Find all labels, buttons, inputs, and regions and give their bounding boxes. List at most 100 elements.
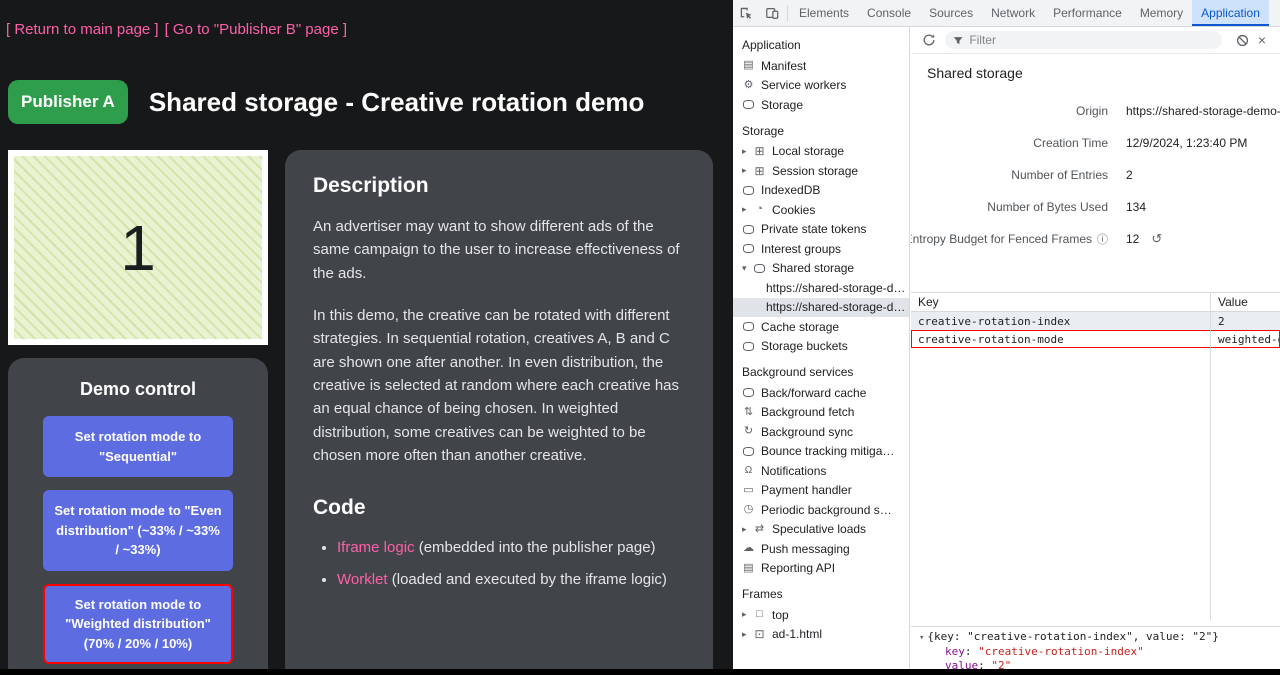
cell-key: creative-rotation-index bbox=[911, 315, 1210, 328]
code-link[interactable]: Worklet bbox=[337, 571, 388, 588]
metadata-row: Number of Entries 2 bbox=[911, 159, 1280, 191]
sidebar-row-label: Storage bbox=[742, 124, 784, 138]
filter-input[interactable] bbox=[969, 33, 1214, 47]
sidebar-row[interactable]: Push messaging bbox=[733, 539, 909, 559]
sidebar-row[interactable]: Frames bbox=[733, 578, 909, 605]
sidebar-row[interactable]: ▸ Cookies bbox=[733, 200, 909, 220]
devtools-window: Elements Console Sources Network Perform… bbox=[733, 0, 1280, 675]
devtools-tab[interactable]: Sources bbox=[920, 0, 982, 26]
sidebar-row-label: Back/forward cache bbox=[761, 386, 866, 400]
devtools-tab[interactable]: Console bbox=[858, 0, 920, 26]
sidebar-row[interactable]: Private state tokens bbox=[733, 220, 909, 240]
disclosure-triangle-icon[interactable]: ▸ bbox=[742, 165, 753, 176]
sidebar-row[interactable]: https://shared-storage-d… bbox=[733, 298, 909, 318]
disclosure-triangle-icon[interactable]: ▸ bbox=[742, 629, 753, 640]
sidebar-row[interactable]: Background fetch bbox=[733, 403, 909, 423]
sidebar-row[interactable]: Notifications bbox=[733, 461, 909, 481]
metadata-value: 12 bbox=[1126, 232, 1139, 246]
demo-control-buttons: Set rotation mode to "Sequential" Set ro… bbox=[24, 416, 252, 664]
devtools-tab[interactable]: Application bbox=[1192, 0, 1269, 26]
disclosure-triangle-icon[interactable]: ▸ bbox=[742, 609, 753, 620]
table-row[interactable]: creative-rotation-index 2 bbox=[911, 312, 1280, 330]
swap-icon bbox=[753, 524, 766, 535]
sidebar-row-label: top bbox=[772, 608, 789, 622]
column-divider[interactable] bbox=[1210, 293, 1211, 620]
sidebar-row[interactable]: https://shared-storage-d… bbox=[733, 278, 909, 298]
expand-triangle-icon[interactable]: ▾ bbox=[919, 633, 924, 643]
demo-control-panel: Demo control Set rotation mode to "Seque… bbox=[8, 358, 268, 675]
screen: [ Return to main page ] [ Go to "Publish… bbox=[0, 0, 1280, 675]
column-header-value[interactable]: Value bbox=[1210, 295, 1280, 309]
description-panel: Description An advertiser may want to sh… bbox=[285, 150, 713, 675]
sidebar-row[interactable]: ▸ ad-1.html bbox=[733, 625, 909, 645]
sidebar-row[interactable]: ▸ top bbox=[733, 605, 909, 625]
device-toolbar-icon[interactable] bbox=[759, 0, 785, 26]
sidebar-row[interactable]: Bounce tracking mitiga… bbox=[733, 442, 909, 462]
disclosure-triangle-icon[interactable]: ▸ bbox=[742, 204, 753, 215]
rotation-mode-button[interactable]: Set rotation mode to "Even distribution"… bbox=[43, 490, 233, 571]
sidebar-row[interactable]: Background sync bbox=[733, 422, 909, 442]
rotation-mode-button[interactable]: Set rotation mode to "Sequential" bbox=[43, 416, 233, 477]
sidebar-row[interactable]: Cache storage bbox=[733, 317, 909, 337]
sidebar-row[interactable]: Payment handler bbox=[733, 481, 909, 501]
updown-icon bbox=[742, 407, 755, 418]
preview-summary: {key: "creative-rotation-index", value: … bbox=[927, 630, 1218, 643]
description-paragraph-1: An advertiser may want to show different… bbox=[313, 215, 685, 285]
reset-budget-icon[interactable]: ↺ bbox=[1151, 231, 1162, 247]
sidebar-row[interactable]: ▸ Session storage bbox=[733, 161, 909, 181]
devtools-tab[interactable]: Elements bbox=[790, 0, 858, 26]
rotation-mode-button[interactable]: Set rotation mode to "Weighted distribut… bbox=[43, 584, 233, 665]
sidebar-row[interactable]: Storage bbox=[733, 95, 909, 115]
publisher-page: [ Return to main page ] [ Go to "Publish… bbox=[0, 0, 733, 675]
info-icon[interactable]: ⓘ bbox=[1097, 231, 1108, 247]
sidebar-row[interactable]: Interest groups bbox=[733, 239, 909, 259]
sidebar-row[interactable]: Back/forward cache bbox=[733, 383, 909, 403]
sidebar-row[interactable]: Reporting API bbox=[733, 559, 909, 579]
table-icon bbox=[753, 145, 766, 157]
inspect-element-icon[interactable] bbox=[733, 0, 759, 26]
refresh-icon[interactable] bbox=[919, 30, 939, 50]
sidebar-row[interactable]: IndexedDB bbox=[733, 181, 909, 201]
nav-link[interactable]: [ Return to main page ] bbox=[6, 21, 159, 38]
sidebar-row[interactable]: ▸ Speculative loads bbox=[733, 520, 909, 540]
sidebar-row-label: Cookies bbox=[772, 203, 815, 217]
devtools-tab[interactable]: Network bbox=[982, 0, 1044, 26]
disclosure-triangle-icon[interactable]: ▾ bbox=[742, 263, 753, 274]
sidebar-row[interactable]: ▾ Shared storage bbox=[733, 259, 909, 279]
preview-entry-name: value bbox=[945, 659, 991, 669]
sidebar-row-label: Background fetch bbox=[761, 405, 854, 419]
sidebar-row-label: Storage buckets bbox=[761, 339, 848, 353]
filter-box[interactable] bbox=[945, 31, 1222, 49]
sidebar-row[interactable]: ▸ Local storage bbox=[733, 142, 909, 162]
devtools-tab[interactable]: Performance bbox=[1044, 0, 1131, 26]
delete-all-icon[interactable] bbox=[1232, 30, 1252, 50]
metadata-value: 2 bbox=[1126, 168, 1133, 182]
column-header-key[interactable]: Key bbox=[911, 295, 1210, 309]
sidebar-row[interactable]: Manifest bbox=[733, 56, 909, 76]
table-row[interactable]: creative-rotation-mode weighted-dist bbox=[911, 330, 1280, 348]
code-link[interactable]: Iframe logic bbox=[337, 539, 415, 556]
sidebar-row[interactable]: Storage bbox=[733, 115, 909, 142]
code-heading: Code bbox=[313, 492, 685, 525]
database-icon bbox=[742, 388, 755, 397]
sidebar-row[interactable]: Storage buckets bbox=[733, 337, 909, 357]
sidebar-row-label: Application bbox=[742, 38, 801, 52]
devtools-tab[interactable]: Memory bbox=[1131, 0, 1192, 26]
close-icon[interactable]: × bbox=[1252, 30, 1272, 50]
sidebar-row[interactable]: Service workers bbox=[733, 76, 909, 96]
sidebar-row[interactable]: Periodic background s… bbox=[733, 500, 909, 520]
sidebar-row-label: https://shared-storage-d… bbox=[766, 300, 905, 314]
entry-preview-pane: ▾{key: "creative-rotation-index", value:… bbox=[911, 626, 1280, 669]
code-links-list: Iframe logic (embedded into the publishe… bbox=[313, 536, 685, 591]
disclosure-triangle-icon[interactable]: ▸ bbox=[742, 146, 753, 157]
disclosure-triangle-icon[interactable]: ▸ bbox=[742, 524, 753, 535]
window-edge bbox=[0, 669, 1280, 675]
table-header-row: Key Value bbox=[911, 293, 1280, 312]
sidebar-row-label: https://shared-storage-d… bbox=[766, 281, 905, 295]
nav-link[interactable]: [ Go to "Publisher B" page ] bbox=[165, 21, 347, 38]
sidebar-row-label: Push messaging bbox=[761, 542, 850, 556]
shared-storage-panel: × Shared storage Origin https://shared-s… bbox=[911, 27, 1280, 669]
document-icon bbox=[742, 60, 755, 71]
sidebar-row[interactable]: Application bbox=[733, 29, 909, 56]
sidebar-row[interactable]: Background services bbox=[733, 356, 909, 383]
